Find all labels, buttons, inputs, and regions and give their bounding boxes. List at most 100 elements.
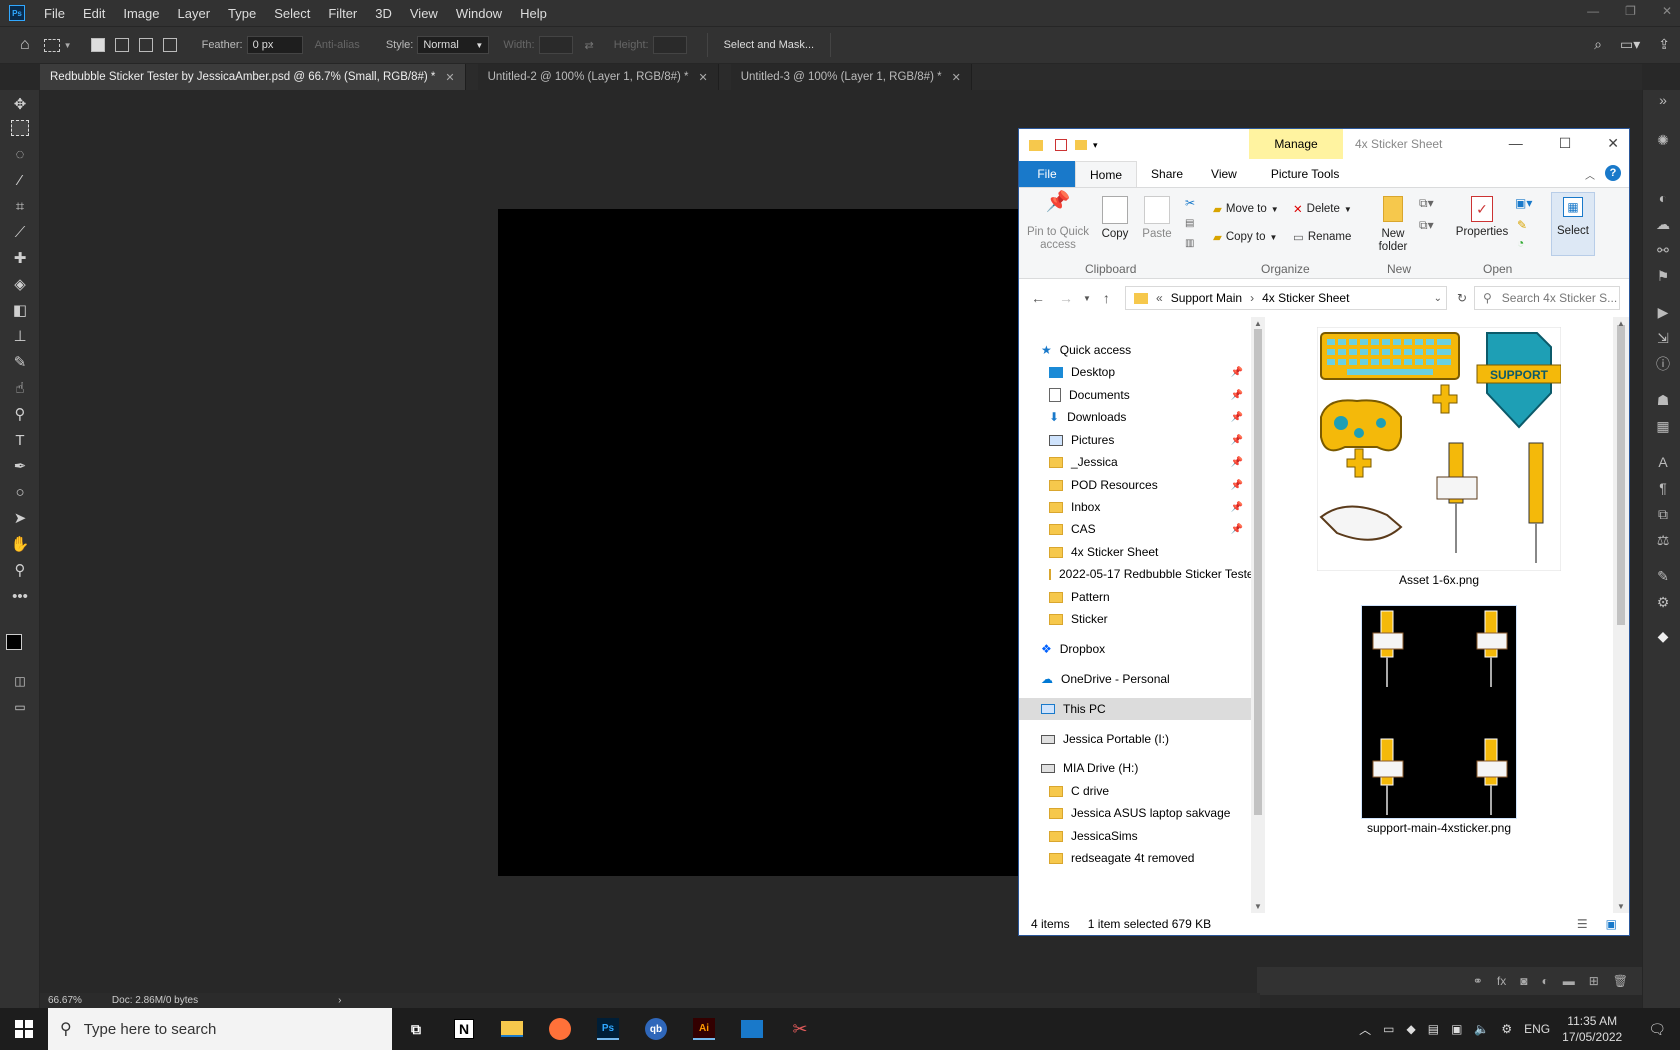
menu-type[interactable]: Type (219, 6, 265, 21)
close-tab-icon[interactable]: ✕ (445, 71, 454, 84)
nav-item[interactable]: redseagate 4t removed (1019, 847, 1251, 869)
snipping-tool-icon[interactable]: ✂ (776, 1008, 824, 1050)
nav-item[interactable]: ☁ OneDrive - Personal (1019, 668, 1251, 690)
link-layers-icon[interactable]: ⚭ (1473, 974, 1483, 988)
chevron-up-icon[interactable]: ︿ (1359, 1021, 1371, 1038)
menu-help[interactable]: Help (511, 6, 556, 21)
nav-item[interactable]: This PC (1019, 698, 1251, 720)
pin-icon[interactable]: 📌 (1231, 412, 1243, 423)
chevron-right-icon[interactable]: › (338, 995, 341, 1006)
device-icon[interactable]: ▭ (1383, 1022, 1394, 1036)
properties-quick-icon[interactable] (1055, 139, 1067, 151)
photos-icon[interactable] (728, 1008, 776, 1050)
help-icon[interactable]: ? (1605, 165, 1621, 181)
info-panel-icon[interactable]: ⓘ (1653, 354, 1673, 374)
stamp-tool-icon[interactable]: ⊥ (8, 326, 32, 348)
new-group-icon[interactable]: ▬ (1563, 974, 1575, 988)
select-button[interactable]: ▦ Select (1551, 192, 1595, 256)
panel-collapse-icon[interactable]: » (1653, 90, 1673, 110)
notifications-icon[interactable]: 🗨 (1648, 1021, 1666, 1038)
pin-icon[interactable]: 📌 (1231, 367, 1243, 378)
language-indicator[interactable]: ENG (1524, 1022, 1550, 1036)
nav-item[interactable]: Desktop 📌 (1019, 361, 1251, 383)
menu-image[interactable]: Image (114, 6, 168, 21)
quick-mask-icon[interactable]: ◫ (8, 670, 32, 692)
menu-filter[interactable]: Filter (319, 6, 366, 21)
close-tab-icon[interactable]: ✕ (952, 71, 961, 84)
paint-bucket-tool-icon[interactable]: ◈ (8, 274, 32, 296)
file-thumbnail-selected[interactable] (1361, 605, 1517, 819)
fx-icon[interactable]: fx (1497, 974, 1506, 988)
clone-source-icon[interactable]: ⧉ (1653, 504, 1673, 524)
brush-tool-icon[interactable]: ✎ (8, 352, 32, 374)
search-input[interactable]: Search 4x Sticker S... (1502, 291, 1617, 305)
subtract-selection-icon[interactable] (138, 38, 153, 52)
libraries-panel-icon[interactable]: ☁ (1653, 214, 1673, 234)
select-and-mask-button[interactable]: Select and Mask... (706, 33, 832, 57)
ellipse-tool-icon[interactable]: ○ (8, 482, 32, 504)
nav-item[interactable]: MIA Drive (H:) (1019, 757, 1251, 779)
width-input[interactable] (538, 36, 573, 54)
properties-button[interactable]: ✓ Properties (1455, 196, 1509, 239)
character-panel-icon[interactable]: A (1653, 452, 1673, 472)
search-box[interactable]: ⚲ Search 4x Sticker S... (1474, 286, 1620, 310)
back-icon[interactable]: ← (1031, 290, 1045, 306)
styles-panel-icon[interactable]: ⚖ (1653, 530, 1673, 550)
menu-view[interactable]: View (401, 6, 447, 21)
taskbar-search-input[interactable]: Type here to search (84, 1021, 217, 1038)
cut-icon[interactable]: ✂ (1185, 196, 1195, 210)
tab-file[interactable]: File (1019, 161, 1075, 187)
brushes-panel-icon[interactable]: ✎ (1653, 566, 1673, 586)
maximize-icon[interactable]: ☐ (1559, 135, 1572, 152)
scroll-up-icon[interactable]: ▲ (1617, 319, 1625, 328)
chevron-down-icon[interactable]: ▼ (64, 41, 72, 50)
nav-item[interactable]: _Jessica 📌 (1019, 451, 1251, 473)
tab-share[interactable]: Share (1137, 161, 1197, 187)
forward-icon[interactable]: → (1059, 290, 1073, 306)
marquee-preset-icon[interactable] (43, 38, 60, 52)
nav-scrollbar-thumb[interactable] (1254, 329, 1262, 815)
pin-icon[interactable]: 📌 (1231, 457, 1243, 468)
actions-panel-icon[interactable]: ▶ (1653, 302, 1673, 322)
open-icon[interactable]: ▣▾ (1515, 196, 1532, 210)
more-tools-icon[interactable]: ••• (8, 586, 32, 608)
nav-item[interactable]: Documents 📌 (1019, 384, 1251, 406)
collapse-ribbon-icon[interactable]: ︿ (1585, 167, 1595, 182)
color-panel-icon[interactable]: ✺ (1653, 130, 1673, 150)
notion-icon[interactable]: N (440, 1008, 488, 1050)
firefox-icon[interactable] (536, 1008, 584, 1050)
large-icons-view-icon[interactable]: ▣ (1606, 917, 1617, 931)
nav-item[interactable]: C drive (1019, 780, 1251, 802)
nav-item[interactable]: 4x Sticker Sheet (1019, 541, 1251, 563)
move-tool-icon[interactable]: ✥ (8, 94, 32, 116)
nav-item[interactable]: Inbox 📌 (1019, 496, 1251, 518)
close-tab-icon[interactable]: ✕ (698, 71, 707, 84)
qbittorrent-icon[interactable]: qb (632, 1008, 680, 1050)
crop-tool-icon[interactable]: ⌗ (8, 196, 32, 218)
edit-icon[interactable]: ✎ (1517, 218, 1527, 232)
new-folder-quick-icon[interactable] (1075, 140, 1087, 150)
nav-item[interactable]: Pattern (1019, 586, 1251, 608)
home-icon[interactable]: ⌂ (20, 36, 30, 54)
refresh-icon[interactable]: ↻ (1457, 291, 1467, 305)
table-panel-icon[interactable]: ▦ (1653, 416, 1673, 436)
nav-item[interactable]: 2022-05-17 Redbubble Sticker Teste (1019, 563, 1254, 585)
menu-window[interactable]: Window (447, 6, 511, 21)
channels-panel-icon[interactable]: ⚯ (1653, 240, 1673, 260)
new-item-icon[interactable]: ⧉▾ (1419, 196, 1434, 211)
menu-layer[interactable]: Layer (169, 6, 220, 21)
menu-edit[interactable]: Edit (74, 6, 114, 21)
add-selection-icon[interactable] (114, 38, 129, 52)
content-scrollbar-thumb[interactable] (1617, 325, 1625, 625)
details-view-icon[interactable]: ☰ (1577, 917, 1588, 931)
chevron-down-icon[interactable]: ⌄ (1434, 293, 1442, 304)
hand-tool-icon[interactable]: ✋ (8, 534, 32, 556)
nav-item[interactable]: ★ Quick access (1019, 339, 1251, 361)
height-input[interactable] (652, 36, 687, 54)
task-view-icon[interactable]: ⧉ (392, 1008, 440, 1050)
nav-item[interactable]: POD Resources 📌 (1019, 474, 1251, 496)
menu-select[interactable]: Select (265, 6, 319, 21)
copy-to-button[interactable]: ▰ Copy to ▼ (1213, 230, 1277, 244)
path-select-tool-icon[interactable]: ➤ (8, 508, 32, 530)
manage-tab[interactable]: Manage (1249, 129, 1343, 159)
